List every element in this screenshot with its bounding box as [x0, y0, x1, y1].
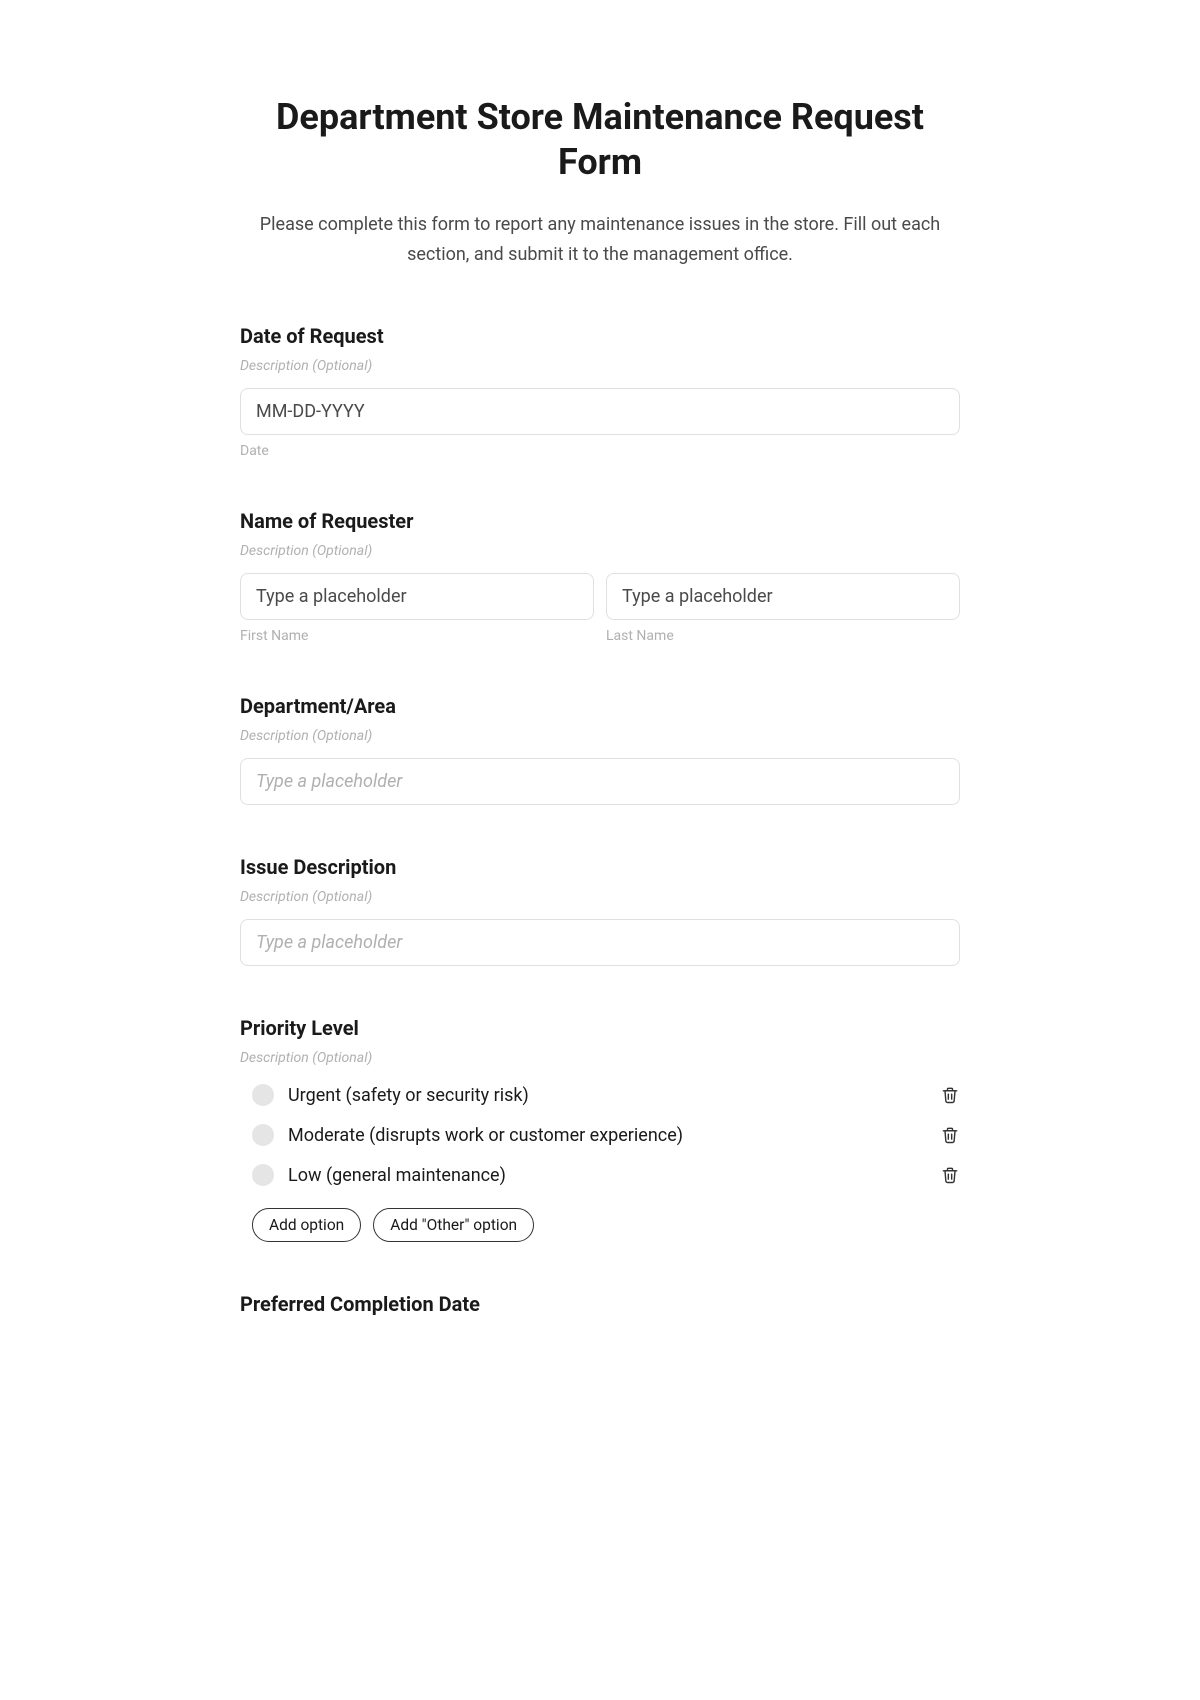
radio-circle-icon[interactable] — [252, 1084, 274, 1106]
description-date-of-request[interactable]: Description (Optional) — [240, 358, 960, 374]
section-priority-level: Priority Level Description (Optional) Ur… — [240, 1016, 960, 1242]
add-other-option-button[interactable]: Add "Other" option — [373, 1208, 534, 1242]
description-name-of-requester[interactable]: Description (Optional) — [240, 543, 960, 559]
description-department-area[interactable]: Description (Optional) — [240, 728, 960, 744]
description-issue-description[interactable]: Description (Optional) — [240, 889, 960, 905]
radio-row-urgent: Urgent (safety or security risk) — [252, 1084, 960, 1106]
add-option-button[interactable]: Add option — [252, 1208, 361, 1242]
sublabel-date: Date — [240, 443, 960, 459]
radio-circle-icon[interactable] — [252, 1124, 274, 1146]
description-priority-level[interactable]: Description (Optional) — [240, 1050, 960, 1066]
label-date-of-request: Date of Request — [240, 324, 960, 348]
radio-circle-icon[interactable] — [252, 1164, 274, 1186]
issue-description-input[interactable] — [240, 919, 960, 966]
label-priority-level: Priority Level — [240, 1016, 960, 1040]
last-name-input[interactable] — [606, 573, 960, 620]
radio-label-urgent[interactable]: Urgent (safety or security risk) — [288, 1085, 926, 1106]
radio-row-low: Low (general maintenance) — [252, 1164, 960, 1186]
trash-icon[interactable] — [940, 1125, 960, 1145]
sublabel-last-name: Last Name — [606, 628, 960, 644]
department-area-input[interactable] — [240, 758, 960, 805]
radio-row-moderate: Moderate (disrupts work or customer expe… — [252, 1124, 960, 1146]
label-preferred-completion: Preferred Completion Date — [240, 1292, 960, 1316]
date-of-request-input[interactable] — [240, 388, 960, 435]
sublabel-first-name: First Name — [240, 628, 594, 644]
section-name-of-requester: Name of Requester Description (Optional)… — [240, 509, 960, 644]
label-department-area: Department/Area — [240, 694, 960, 718]
section-issue-description: Issue Description Description (Optional) — [240, 855, 960, 966]
radio-label-low[interactable]: Low (general maintenance) — [288, 1165, 926, 1186]
trash-icon[interactable] — [940, 1165, 960, 1185]
label-issue-description: Issue Description — [240, 855, 960, 879]
label-name-of-requester: Name of Requester — [240, 509, 960, 533]
form-title: Department Store Maintenance Request For… — [240, 95, 960, 185]
form-intro: Please complete this form to report any … — [240, 210, 960, 269]
section-date-of-request: Date of Request Description (Optional) D… — [240, 324, 960, 459]
section-preferred-completion: Preferred Completion Date — [240, 1292, 960, 1316]
radio-label-moderate[interactable]: Moderate (disrupts work or customer expe… — [288, 1125, 926, 1146]
section-department-area: Department/Area Description (Optional) — [240, 694, 960, 805]
trash-icon[interactable] — [940, 1085, 960, 1105]
first-name-input[interactable] — [240, 573, 594, 620]
